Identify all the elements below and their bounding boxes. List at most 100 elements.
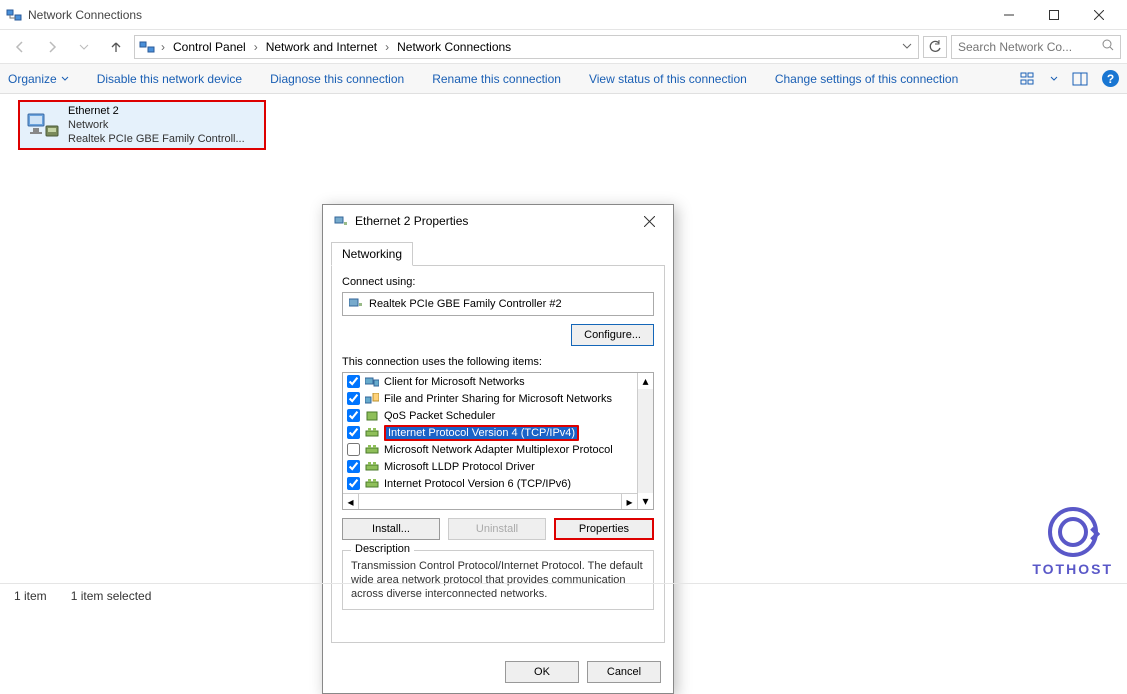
nic-icon <box>26 107 60 143</box>
breadcrumb-item[interactable]: Network Connections <box>395 38 513 56</box>
breadcrumb-item[interactable]: Network and Internet <box>264 38 379 56</box>
protocol-list-item[interactable]: Microsoft Network Adapter Multiplexor Pr… <box>343 441 637 458</box>
protocol-icon <box>365 461 379 473</box>
adapter-name-box: Realtek PCIe GBE Family Controller #2 <box>342 292 654 316</box>
install-button[interactable]: Install... <box>342 518 440 540</box>
protocol-list-item[interactable]: File and Printer Sharing for Microsoft N… <box>343 390 637 407</box>
connect-using-label: Connect using: <box>342 276 654 288</box>
recent-dropdown-icon[interactable] <box>70 33 98 61</box>
item-buttons: Install... Uninstall Properties <box>342 518 654 540</box>
search-input[interactable] <box>958 40 1096 54</box>
adapter-text: Ethernet 2 Network Realtek PCIe GBE Fami… <box>68 104 258 146</box>
cancel-button[interactable]: Cancel <box>587 661 661 683</box>
nic-small-icon <box>349 297 363 312</box>
items-label: This connection uses the following items… <box>342 356 654 368</box>
tab-networking[interactable]: Networking <box>331 242 413 266</box>
toolbar-view-status[interactable]: View status of this connection <box>589 72 747 86</box>
status-bar: 1 item 1 item selected <box>0 583 1127 607</box>
protocol-list-item[interactable]: Internet Protocol Version 6 (TCP/IPv6) <box>343 475 637 492</box>
protocol-list-item[interactable]: QoS Packet Scheduler <box>343 407 637 424</box>
scroll-up-icon[interactable]: ▴ <box>638 373 653 389</box>
scroll-down-icon[interactable]: ▾ <box>638 493 653 509</box>
chevron-right-icon: › <box>161 40 165 54</box>
configure-button[interactable]: Configure... <box>571 324 654 346</box>
uninstall-button: Uninstall <box>448 518 546 540</box>
scroll-left-icon[interactable]: ◂ <box>343 494 359 509</box>
chevron-down-icon[interactable] <box>902 40 912 54</box>
protocol-checkbox[interactable] <box>347 375 360 388</box>
scroll-right-icon[interactable]: ▸ <box>621 494 637 509</box>
protocol-list-item[interactable]: Microsoft LLDP Protocol Driver <box>343 458 637 475</box>
protocol-list-item[interactable]: Client for Microsoft Networks <box>343 373 637 390</box>
chevron-right-icon: › <box>254 40 258 54</box>
protocol-checkbox[interactable] <box>347 426 360 439</box>
protocol-checkbox[interactable] <box>347 443 360 456</box>
protocol-label: Microsoft Network Adapter Multiplexor Pr… <box>384 444 613 456</box>
address-bar-row: › Control Panel › Network and Internet ›… <box>0 30 1127 64</box>
horizontal-scrollbar[interactable]: ◂ ▸ <box>343 493 637 509</box>
protocol-checkbox[interactable] <box>347 477 360 490</box>
close-button[interactable] <box>1076 0 1121 30</box>
protocol-checkbox[interactable] <box>347 409 360 422</box>
dialog-titlebar[interactable]: Ethernet 2 Properties <box>323 205 673 237</box>
status-selected-count: 1 item selected <box>71 589 152 603</box>
help-button[interactable]: ? <box>1102 70 1119 87</box>
adapter-item-ethernet2[interactable]: Ethernet 2 Network Realtek PCIe GBE Fami… <box>18 100 266 150</box>
protocol-checkbox[interactable] <box>347 460 360 473</box>
window-controls <box>986 0 1121 30</box>
properties-button[interactable]: Properties <box>554 518 654 540</box>
toolbar-change-settings[interactable]: Change settings of this connection <box>775 72 958 86</box>
adapter-name: Ethernet 2 <box>68 104 258 118</box>
search-icon <box>1102 39 1114 54</box>
protocol-icon <box>365 444 379 456</box>
adapter-status: Network <box>68 118 258 132</box>
protocol-list-item[interactable]: Internet Protocol Version 4 (TCP/IPv4) <box>343 424 637 441</box>
minimize-button[interactable] <box>986 0 1031 30</box>
adapter-device: Realtek PCIe GBE Family Controll... <box>68 132 258 146</box>
nav-up-button[interactable] <box>102 33 130 61</box>
organize-label: Organize <box>8 72 57 86</box>
protocol-checkbox[interactable] <box>347 392 360 405</box>
protocol-label: Microsoft LLDP Protocol Driver <box>384 461 535 473</box>
protocol-icon <box>365 393 379 405</box>
organize-menu[interactable]: Organize <box>8 72 69 86</box>
tothost-watermark: TOTHOST <box>1032 507 1113 577</box>
window-titlebar: Network Connections <box>0 0 1127 30</box>
location-icon <box>139 39 155 55</box>
protocol-label: Client for Microsoft Networks <box>384 376 525 388</box>
protocol-label: Internet Protocol Version 4 (TCP/IPv4) <box>384 425 579 441</box>
command-bar: Organize Disable this network device Dia… <box>0 64 1127 94</box>
view-options-button[interactable] <box>1018 69 1038 89</box>
protocol-icon <box>365 478 379 490</box>
nav-back-button[interactable] <box>6 33 34 61</box>
toolbar-diagnose[interactable]: Diagnose this connection <box>270 72 404 86</box>
refresh-button[interactable] <box>923 36 947 58</box>
protocol-icon <box>365 427 379 439</box>
vertical-scrollbar[interactable]: ▴ ▾ <box>637 373 653 509</box>
breadcrumb-item[interactable]: Control Panel <box>171 38 248 56</box>
toolbar-rename[interactable]: Rename this connection <box>432 72 561 86</box>
chevron-down-icon[interactable] <box>1050 72 1058 86</box>
content-area: Ethernet 2 Network Realtek PCIe GBE Fami… <box>0 94 1127 607</box>
toolbar-disable-device[interactable]: Disable this network device <box>97 72 242 86</box>
preview-pane-button[interactable] <box>1070 69 1090 89</box>
breadcrumb-bar[interactable]: › Control Panel › Network and Internet ›… <box>134 35 919 59</box>
nic-small-icon <box>333 213 349 229</box>
ok-button[interactable]: OK <box>505 661 579 683</box>
chevron-down-icon <box>61 75 69 83</box>
dialog-title: Ethernet 2 Properties <box>355 214 468 228</box>
network-connections-icon <box>6 7 22 23</box>
properties-dialog: Ethernet 2 Properties Networking Connect… <box>322 204 674 694</box>
protocol-label: File and Printer Sharing for Microsoft N… <box>384 393 612 405</box>
dialog-footer: OK Cancel <box>323 651 673 693</box>
protocol-icon <box>365 376 379 388</box>
dialog-close-button[interactable] <box>635 207 663 235</box>
protocol-label: Internet Protocol Version 6 (TCP/IPv6) <box>384 478 571 490</box>
nav-forward-button[interactable] <box>38 33 66 61</box>
maximize-button[interactable] <box>1031 0 1076 30</box>
window-title: Network Connections <box>28 8 142 22</box>
protocol-list[interactable]: Client for Microsoft Networks File and Pr… <box>342 372 654 510</box>
protocol-label: QoS Packet Scheduler <box>384 410 495 422</box>
search-box[interactable] <box>951 35 1121 59</box>
status-item-count: 1 item <box>14 589 47 603</box>
